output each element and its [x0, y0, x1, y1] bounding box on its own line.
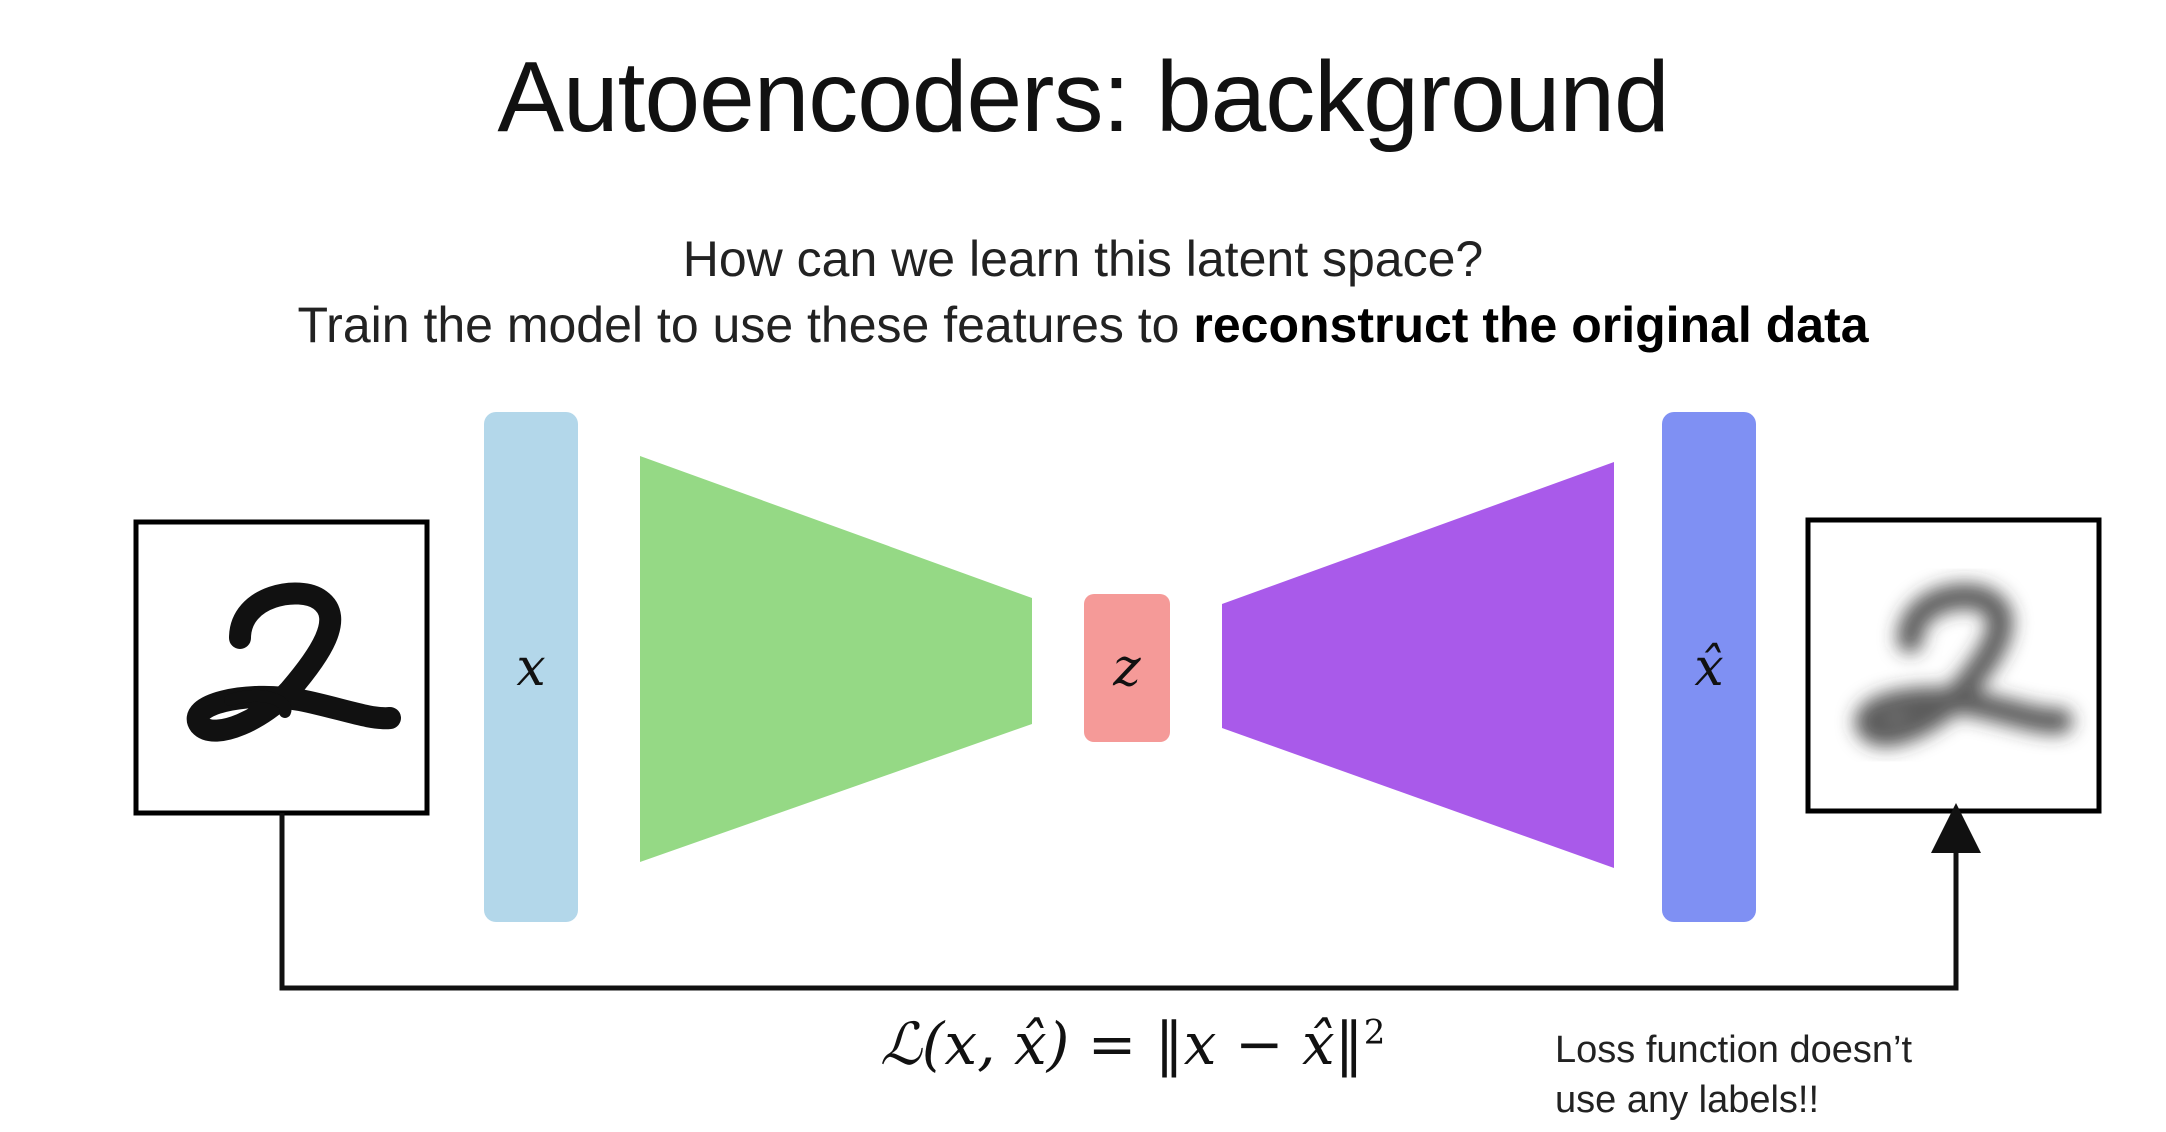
latent-label: z [1112, 638, 1141, 698]
output-vector-label: x̂ [1694, 638, 1723, 698]
input-image [133, 519, 430, 816]
encoder-trapezoid [640, 456, 1032, 862]
loss-note: Loss function doesn’t use any labels!! [1555, 1029, 1913, 1121]
decoder-trapezoid [1222, 462, 1614, 868]
input-vector-label: x [516, 638, 545, 698]
loss-formula: ℒ(x, x̂) = ‖x − x̂‖2 [880, 1010, 1385, 1078]
output-image [1805, 517, 2102, 814]
loss-formula-main: ℒ(x, x̂) = ‖x − x̂‖ [880, 1010, 1364, 1078]
autoencoder-diagram: x z x̂ [133, 412, 2102, 991]
loss-formula-exponent: 2 [1363, 1012, 1386, 1053]
